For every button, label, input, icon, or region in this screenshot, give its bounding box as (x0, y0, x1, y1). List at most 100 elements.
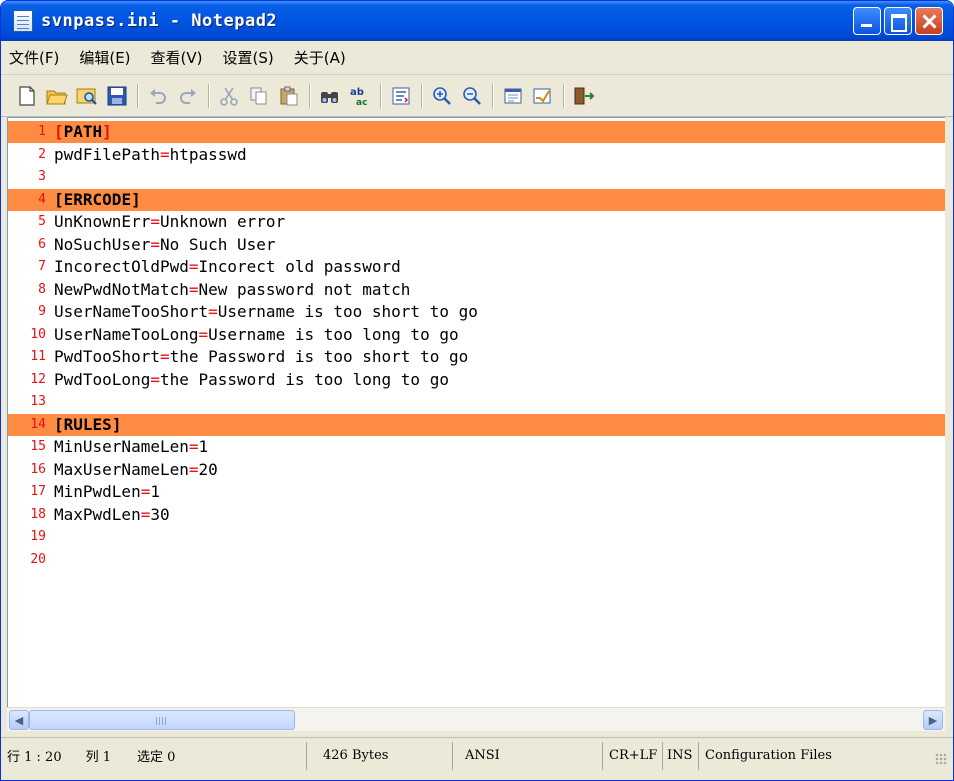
maximize-button[interactable] (884, 7, 912, 35)
status-encoding-cell[interactable]: ANSI (453, 741, 603, 770)
cut-icon[interactable] (217, 84, 241, 108)
code-line[interactable]: 6 NoSuchUser=No Such User (8, 234, 945, 256)
section-name: RULES (63, 414, 112, 434)
section-line[interactable]: 14 [RULES] (8, 413, 945, 436)
setting-key: PwdTooLong (54, 369, 151, 389)
minimize-button[interactable] (853, 7, 881, 35)
code-line[interactable]: 7 IncorectOldPwd=Incorect old password (8, 256, 945, 278)
undo-icon[interactable] (146, 84, 170, 108)
toolbar-separator (563, 83, 564, 108)
setting-value: Username is too short to go (217, 302, 478, 321)
status-encoding: ANSI (465, 748, 500, 763)
status-position-cell: 行 1 : 20 列 1 选定 0 (1, 741, 307, 770)
line-number: 3 (38, 169, 46, 184)
line-number: 11 (30, 349, 46, 364)
setting-key: MaxUserNameLen (54, 459, 189, 479)
toolbar-separator (421, 83, 422, 108)
code-line[interactable]: 12 PwdTooLong=the Password is too long to… (8, 369, 945, 391)
scheme-icon[interactable] (501, 84, 525, 108)
line-number: 9 (38, 304, 46, 319)
code-line[interactable]: 13 (8, 391, 945, 413)
section-bracket-open: [ (54, 414, 64, 434)
line-number: 20 (30, 551, 46, 567)
title-bar[interactable]: svnpass.ini - Notepad2 (1, 1, 953, 41)
status-line-ending: CR+LF (609, 748, 658, 763)
toolbar-separator (309, 83, 310, 108)
section-name: PATH (63, 122, 103, 141)
line-number: 7 (38, 259, 46, 274)
status-scheme-cell[interactable]: Configuration Files (699, 742, 919, 770)
zoom-out-icon[interactable] (460, 84, 484, 108)
toolbar-separator (380, 83, 381, 108)
line-number: 2 (38, 146, 46, 162)
zoom-in-icon[interactable] (430, 84, 454, 108)
scroll-left-button[interactable]: ◀ (9, 710, 29, 730)
code-line[interactable]: 18 MaxPwdLen=30 (8, 504, 945, 526)
scrollbar-thumb[interactable] (29, 710, 295, 730)
code-line[interactable]: 15 MinUserNameLen=1 (8, 436, 945, 458)
code-line[interactable]: 19 (8, 526, 945, 548)
toolbar-separator (137, 83, 138, 108)
customize-scheme-icon[interactable] (531, 84, 555, 108)
equals-operator: = (150, 234, 160, 254)
status-line-ending-cell[interactable]: CR+LF (603, 741, 663, 770)
horizontal-scrollbar[interactable]: ◀ ▶ (7, 707, 945, 731)
menu-about[interactable]: 关于(A) (294, 47, 346, 68)
replace-icon[interactable]: ab ac (348, 84, 372, 108)
line-content: MinPwdLen=1 (54, 481, 160, 503)
svg-text:ac: ac (356, 98, 367, 107)
editor-area[interactable]: 1 [PATH] 2 pwdFilePath=htpasswd 3 4 [ERRCODE] 5… (7, 117, 945, 707)
scroll-right-button[interactable]: ▶ (923, 710, 943, 730)
status-position: 行 1 : 20 (7, 750, 62, 765)
code-line[interactable]: 10 UserNameTooLong=Username is too long t… (8, 324, 945, 346)
line-content: [ERRCODE] (54, 189, 141, 211)
copy-icon[interactable] (247, 84, 271, 108)
line-number: 13 (30, 394, 46, 409)
equals-operator: = (188, 257, 199, 276)
new-file-icon[interactable] (15, 84, 39, 108)
status-insert-cell[interactable]: INS (663, 741, 699, 770)
line-number: 10 (30, 326, 46, 342)
code-line[interactable]: 11 PwdTooShort=the Password is too short … (8, 346, 945, 368)
code-line[interactable]: 5 UnKnownErr=Unknown error (8, 211, 945, 233)
section-bracket-open: [ (54, 189, 64, 209)
setting-key: UnKnownErr (54, 212, 151, 231)
menu-file[interactable]: 文件(F) (9, 47, 59, 68)
paste-icon[interactable] (277, 84, 301, 108)
exit-icon[interactable] (572, 84, 596, 108)
equals-operator: = (188, 279, 199, 299)
find-icon[interactable] (318, 84, 342, 108)
setting-value: Unknown error (159, 212, 286, 231)
equals-operator: = (140, 482, 151, 501)
section-line[interactable]: 1 [PATH] (8, 121, 945, 143)
code-line[interactable]: 17 MinPwdLen=1 (8, 481, 945, 503)
code-line[interactable]: 3 (8, 166, 945, 188)
code-line[interactable]: 2 pwdFilePath=htpasswd (8, 144, 945, 166)
setting-value: New password not match (198, 279, 411, 299)
notepad-app-icon[interactable] (13, 10, 33, 32)
toolbar: ab ac (1, 75, 953, 117)
redo-icon[interactable] (176, 84, 200, 108)
code-line[interactable]: 20 (8, 549, 945, 571)
line-number: 6 (38, 236, 46, 252)
code-line[interactable]: 8 NewPwdNotMatch=New password not match (8, 279, 945, 301)
code-line[interactable]: 16 MaxUserNameLen=20 (8, 459, 945, 481)
menu-settings[interactable]: 设置(S) (223, 47, 274, 68)
section-line[interactable]: 4 [ERRCODE] (8, 188, 945, 211)
equals-operator: = (150, 369, 160, 389)
resize-grip[interactable] (935, 753, 947, 765)
save-icon[interactable] (105, 84, 129, 108)
code-line[interactable]: 9 UserNameTooShort=Username is too short … (8, 301, 945, 323)
equals-operator: = (198, 324, 209, 344)
word-wrap-icon[interactable] (389, 84, 413, 108)
section-bracket-close: ] (131, 189, 141, 209)
equals-operator: = (208, 302, 218, 321)
line-number: 15 (30, 439, 46, 454)
browse-icon[interactable] (75, 84, 99, 108)
line-number: 18 (30, 506, 46, 522)
open-folder-icon[interactable] (45, 84, 69, 108)
close-button[interactable] (915, 7, 943, 35)
menu-edit[interactable]: 编辑(E) (79, 47, 130, 68)
svg-text:ab: ab (350, 87, 364, 98)
menu-view[interactable]: 查看(V) (151, 47, 203, 68)
